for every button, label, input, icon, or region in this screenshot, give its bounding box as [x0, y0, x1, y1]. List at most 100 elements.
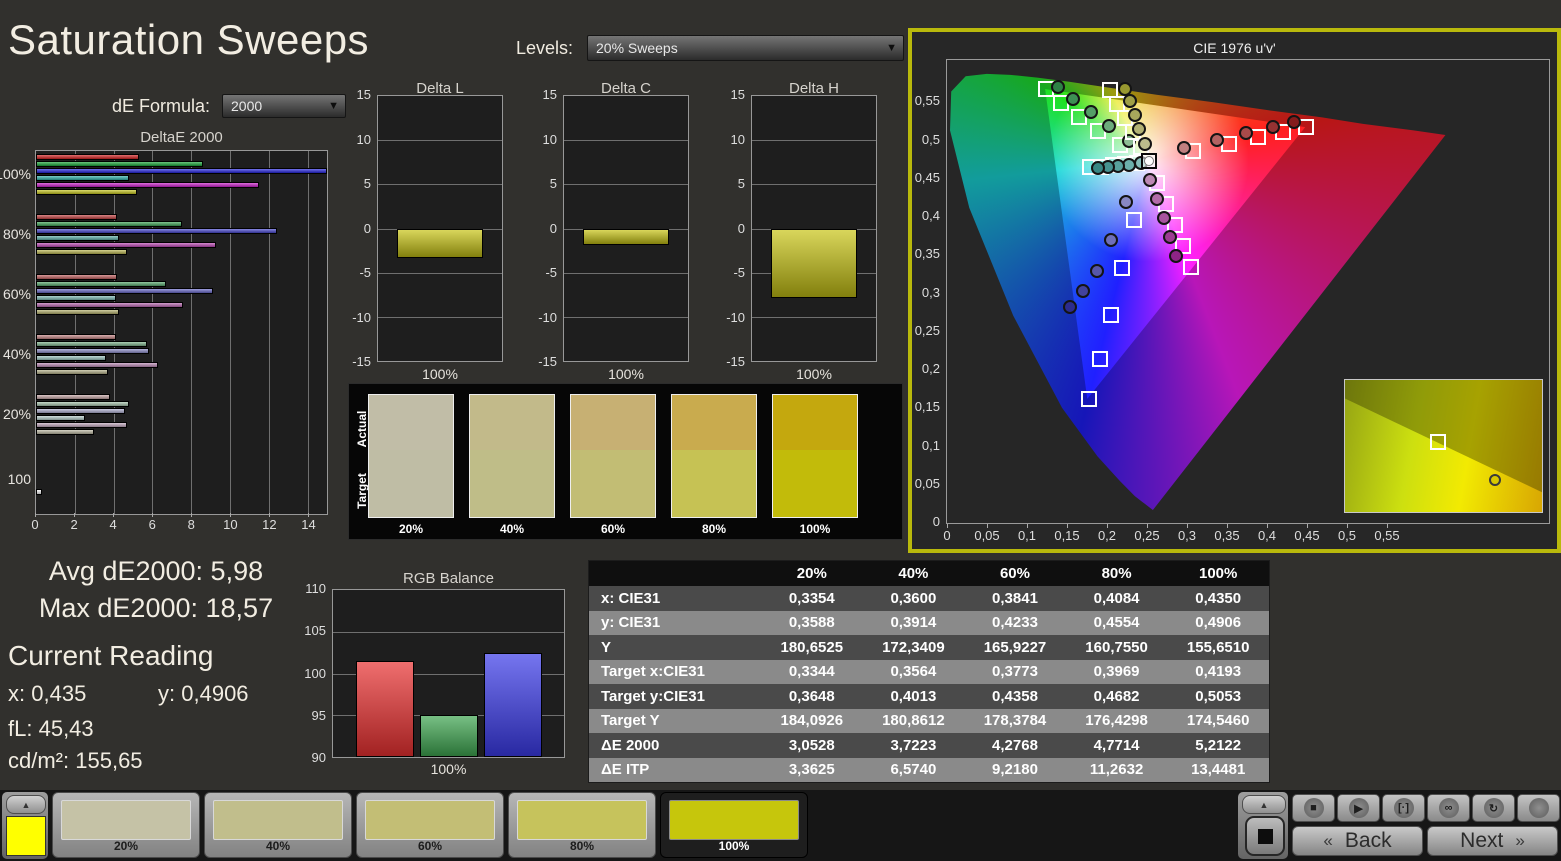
continuous-button[interactable]: ∞: [1427, 794, 1470, 822]
patch-tile-100%[interactable]: 100%: [660, 792, 808, 858]
table-cell: Target Y: [601, 712, 660, 730]
axis-tick-label: 0,2: [921, 361, 940, 376]
record-button[interactable]: [1517, 794, 1560, 822]
deltae-chart: [35, 150, 328, 515]
back-button[interactable]: « Back: [1292, 826, 1423, 856]
axis-tick-label: 60%: [2, 286, 31, 302]
cie-plot-area: [946, 59, 1550, 524]
blue-target-square: [1081, 391, 1098, 408]
max-de2000-stat: Max dE2000: 18,57: [6, 593, 306, 624]
axis-tick-label: -10: [352, 309, 371, 325]
deltae-chart-title: DeltaE 2000: [140, 129, 223, 146]
stop-pattern-button[interactable]: [1245, 816, 1285, 856]
deltae-bar: [36, 281, 166, 287]
axis-tick-label: 100%: [0, 166, 31, 182]
cie-chart-title: CIE 1976 u'v': [1193, 40, 1276, 56]
patch-label: 80%: [569, 839, 595, 853]
cd-value: 155,65: [75, 748, 143, 773]
deltah-y-axis: 15 10 5 0 -5 -10 -15: [719, 87, 749, 369]
swatch-60%: [570, 394, 656, 518]
chevron-down-icon: ▼: [886, 42, 897, 54]
next-button[interactable]: Next »: [1427, 826, 1558, 856]
deltae-bar: [36, 189, 137, 195]
deltae-bar: [36, 295, 116, 301]
yellow-measured-point: [1128, 108, 1142, 123]
axis-tick-label: 0,15: [914, 399, 940, 415]
axis-tick-label: 110: [305, 581, 326, 596]
blue-target-square: [1103, 306, 1119, 323]
current-reading-y: y: 0,4906: [158, 681, 249, 707]
axis-tick-label: 12: [257, 513, 281, 532]
patch-swatch: [669, 800, 799, 840]
de-formula-value: 2000: [231, 98, 263, 114]
table-cell: 0,3588: [788, 614, 835, 632]
axis-tick-label: 15: [542, 87, 557, 102]
expand-patches-button[interactable]: ▲: [6, 795, 46, 814]
expand-transport-button[interactable]: ▲: [1242, 795, 1286, 814]
swatch-100%: [772, 394, 858, 518]
table-header-cell: 60%: [999, 565, 1030, 582]
patch-tile-60%[interactable]: 60%: [356, 792, 504, 858]
patch-tile-40%[interactable]: 40%: [204, 792, 352, 858]
transport-buttons: ■ ▶ [·] ∞ ↻: [1292, 794, 1560, 822]
table-cell: 0,4358: [992, 687, 1038, 705]
table-cell: 9,2180: [992, 761, 1038, 779]
actual-row-label: Actual: [355, 410, 369, 448]
table-cell: 176,4298: [1085, 712, 1148, 730]
target-swatch: [369, 449, 453, 517]
stop-button[interactable]: ■: [1292, 794, 1335, 822]
red-measured-point: [1265, 120, 1280, 135]
table-cell: 5,2122: [1195, 736, 1242, 754]
deltae-bar: [36, 355, 106, 361]
cd-label: cd/m²:: [8, 748, 70, 773]
deltae-bar: [36, 408, 126, 414]
red-measured-point: [1239, 125, 1254, 140]
axis-tick-label: 0: [363, 220, 371, 236]
red-measured-point: [1287, 115, 1302, 130]
refresh-button[interactable]: ↻: [1472, 794, 1515, 822]
axis-tick-label: -10: [538, 309, 557, 325]
rgb-balance-x-label: 100%: [430, 761, 467, 777]
table-header-cell: 20%: [796, 565, 827, 582]
patch-tile-20%[interactable]: 20%: [52, 792, 200, 858]
table-row: ΔE ITP 3,3625 6,5740 9,2180 11,2632 13,4481: [589, 757, 1269, 782]
gridline: [152, 151, 154, 514]
range-button[interactable]: [·]: [1382, 794, 1425, 822]
table-row: ΔE 2000 3,0528 3,7223 4,2768 4,7714 5,2122: [589, 733, 1269, 758]
swatch-level-label: 80%: [701, 522, 727, 536]
yellow-target-square: [1102, 82, 1119, 98]
patch-tile-80%[interactable]: 80%: [508, 792, 656, 858]
current-reading-title: Current Reading: [8, 640, 214, 671]
de-formula-label: dE Formula:: [112, 96, 211, 116]
axis-tick-label: 0,45: [1290, 524, 1324, 543]
table-cell: 0,3648: [788, 687, 835, 705]
deltae-bar: [36, 214, 118, 220]
cie-diagram-panel[interactable]: CIE 1976 u'v' 0 0,05 0,1 0,15 0,2 0,25 0,3 0,35…: [908, 28, 1561, 553]
patch-swatch: [517, 800, 647, 840]
deltae-bar: [36, 422, 128, 428]
patch-label: 40%: [265, 839, 291, 853]
axis-tick-label: 0,15: [1050, 524, 1084, 543]
axis-tick-label: 10: [356, 131, 371, 147]
table-cell: 0,3600: [890, 589, 937, 607]
table-cell: 3,0528: [788, 736, 835, 754]
axis-tick-label: 2: [62, 513, 86, 532]
levels-dropdown[interactable]: 20% Sweeps ▼: [587, 35, 904, 61]
swatch-level-label: 40%: [499, 522, 525, 536]
actual-swatch: [672, 395, 756, 450]
magenta-target-square: [1183, 258, 1199, 275]
table-cell: 13,4481: [1191, 761, 1246, 779]
axis-tick-label: 0,3: [921, 284, 940, 300]
deltac-y-axis: 15 10 5 0 -5 -10 -15: [531, 87, 561, 369]
gridline: [230, 151, 231, 514]
patch-swatch: [365, 800, 495, 840]
fl-value: 45,43: [38, 716, 94, 741]
axis-tick-label: 0,45: [914, 169, 940, 185]
play-button[interactable]: ▶: [1337, 794, 1380, 822]
patch-label: 60%: [417, 839, 443, 853]
table-cell: 0,4554: [1093, 614, 1140, 632]
de-formula-dropdown[interactable]: 2000 ▼: [222, 94, 346, 118]
axis-tick-label: -5: [359, 265, 371, 280]
bottom-bar: ▲ 20% 40% 60% 80% 100% ▲ ■ ▶ [·] ∞ ↻ « Back Next…: [0, 790, 1561, 861]
patch-swatch: [213, 800, 343, 840]
